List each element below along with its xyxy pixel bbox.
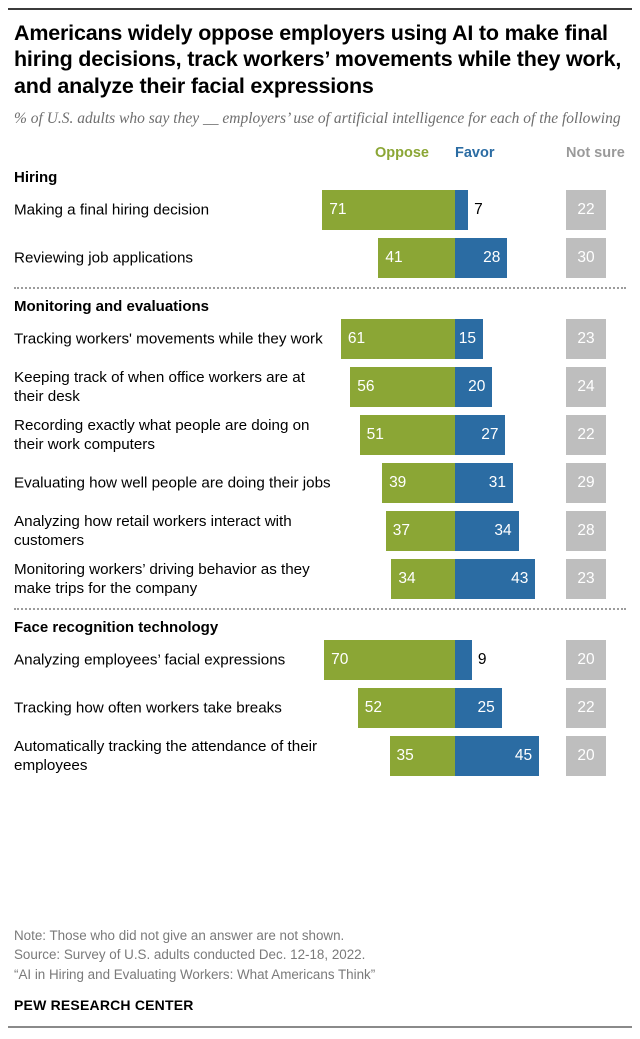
section-heading: Hiring <box>14 169 58 187</box>
chart-page: Americans widely oppose employers using … <box>0 0 640 1039</box>
legend-item-not-sure: Not sure <box>566 145 625 162</box>
chart-row: Keeping track of when office workers are… <box>14 367 626 408</box>
row-bars: 71 7 22 <box>14 190 626 231</box>
bar-segment-not-sure: 23 <box>566 559 606 600</box>
chart-area: Oppose Favor Not sure Hiring Making a fin… <box>14 145 626 777</box>
section-heading: Monitoring and evaluations <box>14 298 210 316</box>
chart-row: Recording exactly what people are doing … <box>14 415 626 456</box>
bar-segment-oppose: 39 <box>382 463 455 504</box>
chart-row: Monitoring workers’ driving behavior as … <box>14 559 626 600</box>
chart-row: Making a final hiring decision 71 7 22 <box>14 190 626 231</box>
bar-segment-oppose: 52 <box>357 688 455 729</box>
footer-note: Note: Those who did not give an answer a… <box>14 928 345 943</box>
bar-value-favor: 7 <box>474 201 483 219</box>
chart-sections: Hiring Making a final hiring decision 71 7 2… <box>14 169 626 777</box>
bar-segment-not-sure: 24 <box>566 367 606 408</box>
footer-source: Source: Survey of U.S. adults conducted … <box>14 947 366 963</box>
chart-row: Analyzing how retail workers interact wi… <box>14 511 626 552</box>
bar-segment-oppose: 51 <box>359 415 455 456</box>
footer-report: “AI in Hiring and Evaluating Workers: Wh… <box>14 966 376 982</box>
bar-segment-oppose: 56 <box>350 367 455 408</box>
bar-segment-oppose: 61 <box>340 319 455 360</box>
bar-segment-oppose: 41 <box>378 238 455 279</box>
legend-item-favor: Favor <box>455 145 495 162</box>
chart-row: Analyzing employees’ facial expressions 7… <box>14 640 626 681</box>
top-rule <box>8 8 632 10</box>
row-bars: 34 43 23 <box>14 559 626 600</box>
row-bars: 61 15 23 <box>14 319 626 360</box>
row-bars: 51 27 22 <box>14 415 626 456</box>
bar-segment-favor: 20 <box>455 367 493 408</box>
row-bars: 35 45 20 <box>14 736 626 777</box>
bar-segment-not-sure: 28 <box>566 511 606 552</box>
bar-segment-not-sure: 30 <box>566 238 606 279</box>
chart-subtitle: % of U.S. adults who say they __ employe… <box>14 110 621 128</box>
bar-segment-not-sure: 22 <box>566 190 606 231</box>
chart-row: Reviewing job applications 41 28 30 <box>14 238 626 279</box>
bar-segment-oppose: 35 <box>389 736 455 777</box>
bar-segment-oppose: 34 <box>391 559 455 600</box>
pew-research-center-brand: PEW RESEARCH CENTER <box>14 997 194 1014</box>
page-title: Americans widely oppose employers using … <box>14 21 622 98</box>
bar-segment-favor: 25 <box>455 688 502 729</box>
row-bars: 41 28 30 <box>14 238 626 279</box>
chart-section: Monitoring and evaluations Tracking worke… <box>14 298 626 600</box>
row-bars: 39 31 29 <box>14 463 626 504</box>
chart-row: Automatically tracking the attendance of… <box>14 736 626 777</box>
bar-segment-oppose: 70 <box>324 640 455 681</box>
bar-segment-not-sure: 22 <box>566 688 606 729</box>
bar-segment-not-sure: 23 <box>566 319 606 360</box>
bar-segment-favor: 9 <box>455 640 486 681</box>
section-divider <box>14 608 626 611</box>
bar-segment-not-sure: 29 <box>566 463 606 504</box>
bar-segment-not-sure: 20 <box>566 736 606 777</box>
bar-segment-favor: 27 <box>455 415 506 456</box>
bar-segment-oppose: 37 <box>385 511 455 552</box>
chart-row: Evaluating how well people are doing the… <box>14 463 626 504</box>
row-bars: 56 20 24 <box>14 367 626 408</box>
row-bars: 52 25 22 <box>14 688 626 729</box>
bar-segment-favor: 45 <box>455 736 540 777</box>
chart-legend: Oppose Favor Not sure <box>14 145 626 165</box>
bar-segment-favor: 31 <box>455 463 513 504</box>
bar-segment-oppose: 71 <box>322 190 455 231</box>
chart-section: Face recognition technology Analyzing emp… <box>14 619 626 777</box>
legend-item-oppose: Oppose <box>375 145 429 162</box>
chart-row: Tracking workers' movements while they w… <box>14 319 626 360</box>
bar-value-favor: 9 <box>477 651 487 669</box>
row-bars: 37 34 28 <box>14 511 626 552</box>
section-heading: Face recognition technology <box>14 619 219 637</box>
bar-segment-favor: 43 <box>455 559 536 600</box>
section-divider <box>14 287 626 290</box>
bar-segment-not-sure: 22 <box>566 415 606 456</box>
bar-segment-favor: 34 <box>455 511 519 552</box>
bar-segment-favor: 7 <box>455 190 483 231</box>
chart-section: Hiring Making a final hiring decision 71 7 2… <box>14 169 626 279</box>
chart-footer: Note: Those who did not give an answer a… <box>14 926 375 1013</box>
bar-segment-favor: 28 <box>455 238 508 279</box>
bottom-rule <box>8 1026 632 1028</box>
bar-segment-not-sure: 20 <box>566 640 606 681</box>
bar-segment-favor: 15 <box>455 319 484 360</box>
chart-row: Tracking how often workers take breaks 52… <box>14 688 626 729</box>
row-bars: 70 9 20 <box>14 640 626 681</box>
